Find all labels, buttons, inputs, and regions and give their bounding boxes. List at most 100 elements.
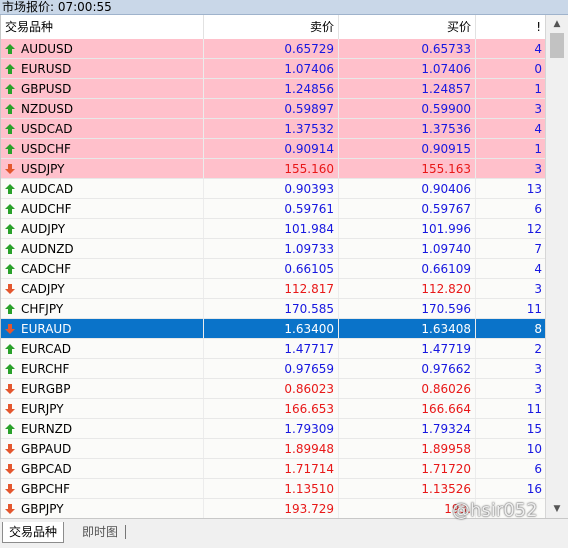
ask-cell: 0.90915 — [339, 139, 476, 158]
ask-cell: 1.13526 — [339, 479, 476, 498]
spread-cell: 6 — [534, 202, 542, 216]
table-row[interactable]: AUDJPY 101.984 101.996 12 — [1, 219, 546, 239]
symbol-cell: GBPCHF — [1, 479, 204, 498]
scroll-down-arrow-icon[interactable]: ▼ — [546, 500, 568, 518]
table-row[interactable]: AUDNZD 1.09733 1.09740 7 — [1, 239, 546, 259]
bid-cell: 155.160 — [204, 159, 339, 178]
symbol-cell: USDCAD — [1, 119, 204, 138]
symbol-cell: NZDUSD — [1, 99, 204, 118]
table-row[interactable]: EURGBP 0.86023 0.86026 3 — [1, 379, 546, 399]
spread-cell: 3 — [534, 162, 542, 176]
table-row[interactable]: EURAUD 1.63400 1.63408 8 — [1, 319, 546, 339]
up-arrow-icon — [5, 40, 15, 54]
symbol-cell: CHFJPY — [1, 299, 204, 318]
ask-cell: 0.66109 — [339, 259, 476, 278]
spread-cell: 1 — [534, 82, 542, 96]
down-arrow-icon — [5, 280, 15, 294]
column-header-spread[interactable]: ! — [476, 15, 546, 39]
column-header-symbol[interactable]: 交易品种 — [1, 15, 204, 39]
symbol-cell: AUDJPY — [1, 219, 204, 238]
symbol-cell: AUDUSD — [1, 39, 204, 58]
ask-cell: 1.07406 — [339, 59, 476, 78]
table-row[interactable]: USDJPY 155.160 155.163 3 — [1, 159, 546, 179]
table-row[interactable]: AUDUSD 0.65729 0.65733 4 — [1, 39, 546, 59]
symbol-cell: EURUSD — [1, 59, 204, 78]
bid-cell: 0.66105 — [204, 259, 339, 278]
column-header-ask[interactable]: 买价 — [339, 15, 476, 39]
spread-cell: 4 — [534, 262, 542, 276]
spread-cell: 0 — [534, 62, 542, 76]
up-arrow-icon — [5, 140, 15, 154]
column-header-bid[interactable]: 卖价 — [204, 15, 339, 39]
symbol-cell: EURGBP — [1, 379, 204, 398]
symbol-cell: EURJPY — [1, 399, 204, 418]
bid-cell: 0.59761 — [204, 199, 339, 218]
symbol-cell: USDCHF — [1, 139, 204, 158]
table-row[interactable]: EURJPY 166.653 166.664 11 — [1, 399, 546, 419]
tab-symbols[interactable]: 交易品种 — [2, 522, 65, 543]
bid-cell: 1.24856 — [204, 79, 339, 98]
scroll-up-arrow-icon[interactable]: ▲ — [546, 15, 568, 33]
spread-cell: 6 — [534, 462, 542, 476]
ask-cell: 1.24857 — [339, 79, 476, 98]
table-row[interactable]: GBPCHF 1.13510 1.13526 16 — [1, 479, 546, 499]
spread-cell: 3 — [534, 282, 542, 296]
symbol-label: EURNZD — [21, 422, 73, 436]
up-arrow-icon — [5, 80, 15, 94]
symbol-label: USDCHF — [21, 142, 71, 156]
table-row[interactable]: USDCAD 1.37532 1.37536 4 — [1, 119, 546, 139]
table-row[interactable]: CHFJPY 170.585 170.596 11 — [1, 299, 546, 319]
symbol-label: EURUSD — [21, 62, 72, 76]
window-title: 市场报价: 07:00:55 — [0, 0, 568, 15]
ask-cell: 0.90406 — [339, 179, 476, 198]
up-arrow-icon — [5, 180, 15, 194]
bid-cell: 1.63400 — [204, 319, 339, 338]
symbol-label: GBPAUD — [21, 442, 72, 456]
table-row[interactable]: EURCAD 1.47717 1.47719 2 — [1, 339, 546, 359]
bid-cell: 101.984 — [204, 219, 339, 238]
table-row[interactable]: USDCHF 0.90914 0.90915 1 — [1, 139, 546, 159]
down-arrow-icon — [5, 480, 15, 494]
symbol-cell: GBPCAD — [1, 459, 204, 478]
table-row[interactable]: EURCHF 0.97659 0.97662 3 — [1, 359, 546, 379]
table-row[interactable]: AUDCHF 0.59761 0.59767 6 — [1, 199, 546, 219]
symbol-label: EURGBP — [21, 382, 71, 396]
ask-cell: 1.79324 — [339, 419, 476, 438]
ask-cell: 101.996 — [339, 219, 476, 238]
table-row[interactable]: CADJPY 112.817 112.820 3 — [1, 279, 546, 299]
down-arrow-icon — [5, 160, 15, 174]
tab-tick-chart[interactable]: 即时图 — [76, 522, 124, 542]
bid-cell: 1.89948 — [204, 439, 339, 458]
symbol-label: EURCHF — [21, 362, 70, 376]
table-row[interactable]: EURNZD 1.79309 1.79324 15 — [1, 419, 546, 439]
table-row[interactable]: CADCHF 0.66105 0.66109 4 — [1, 259, 546, 279]
bid-cell: 0.90393 — [204, 179, 339, 198]
symbol-label: CADJPY — [21, 282, 65, 296]
table-row[interactable]: GBPAUD 1.89948 1.89958 10 — [1, 439, 546, 459]
spread-cell: 4 — [534, 42, 542, 56]
spread-cell: 3 — [534, 382, 542, 396]
up-arrow-icon — [5, 420, 15, 434]
table-row[interactable]: EURUSD 1.07406 1.07406 0 — [1, 59, 546, 79]
table-row[interactable]: AUDCAD 0.90393 0.90406 13 — [1, 179, 546, 199]
scroll-thumb[interactable] — [550, 33, 564, 58]
down-arrow-icon — [5, 440, 15, 454]
symbol-cell: GBPJPY — [1, 499, 204, 518]
table-row[interactable]: GBPUSD 1.24856 1.24857 1 — [1, 79, 546, 99]
symbol-label: AUDCAD — [21, 182, 74, 196]
spread-cell: 2 — [534, 342, 542, 356]
down-arrow-icon — [5, 500, 15, 514]
table-row[interactable]: GBPCAD 1.71714 1.71720 6 — [1, 459, 546, 479]
table-row[interactable]: NZDUSD 0.59897 0.59900 3 — [1, 99, 546, 119]
symbol-label: EURJPY — [21, 402, 64, 416]
ask-cell: 1.09740 — [339, 239, 476, 258]
watermark: @hsir052 — [452, 500, 538, 521]
symbol-cell: CADJPY — [1, 279, 204, 298]
ask-cell: 0.65733 — [339, 39, 476, 58]
symbol-label: CADCHF — [21, 262, 72, 276]
symbol-label: AUDCHF — [21, 202, 72, 216]
vertical-scrollbar[interactable]: ▲ ▼ — [545, 15, 568, 518]
spread-cell: 11 — [526, 402, 542, 416]
ask-cell: 166.664 — [339, 399, 476, 418]
bid-cell: 1.47717 — [204, 339, 339, 358]
